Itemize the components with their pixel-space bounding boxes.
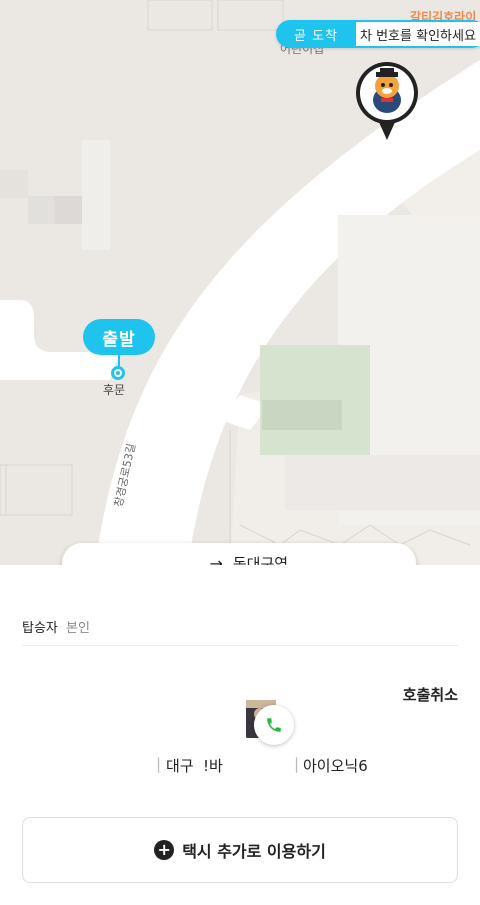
car-info: | 대구 !바 | 아이오닉6 <box>0 755 480 779</box>
eta-banner: 곧 도착 차 번호를 확인하세요 <box>276 20 480 48</box>
ride-sheet: 탑승자 본인 호출취소 | 대구 !바 | 아이오닉6 + 택시 추가로 이용하… <box>0 565 480 905</box>
blurred-area <box>262 400 342 430</box>
route-to: 동대구역 <box>232 554 289 566</box>
route-from: .. <box>189 554 200 565</box>
divider <box>22 645 458 646</box>
car-region: 대구 <box>166 757 194 775</box>
eta-badge: 곧 도착 <box>276 20 356 48</box>
call-driver-button[interactable] <box>254 705 294 745</box>
add-taxi-label: 택시 추가로 이용하기 <box>182 842 326 861</box>
phone-icon <box>267 718 281 732</box>
route-summary[interactable]: .. → 동대구역 <box>62 543 416 565</box>
driver-avatar-icon[interactable] <box>354 60 420 140</box>
map-view[interactable]: 어린이집 갈티김호라이 곧 도착 차 번호를 확인하세요 출발 후문 창경궁로5… <box>0 0 480 565</box>
passenger-value: 본인 <box>66 621 90 636</box>
arrow-right-icon: → <box>209 553 223 566</box>
add-taxi-button[interactable]: + 택시 추가로 이용하기 <box>22 817 458 883</box>
passenger-row[interactable]: 탑승자 본인 <box>22 617 90 636</box>
blurred-area <box>0 140 110 250</box>
plus-icon: + <box>154 840 175 860</box>
cancel-call-button[interactable]: 호출취소 <box>403 684 458 705</box>
blurred-area <box>285 455 480 510</box>
car-info-edge: | <box>156 755 162 773</box>
car-plate: !바 <box>203 757 223 775</box>
start-place-label: 후문 <box>103 383 126 397</box>
car-info-edge: | <box>294 755 300 773</box>
passenger-label: 탑승자 <box>22 621 58 636</box>
start-pin-dot <box>111 366 125 380</box>
start-pin[interactable]: 출발 <box>83 319 155 355</box>
eta-message: 차 번호를 확인하세요 <box>356 20 480 48</box>
car-model: 아이오닉6 <box>303 757 368 775</box>
